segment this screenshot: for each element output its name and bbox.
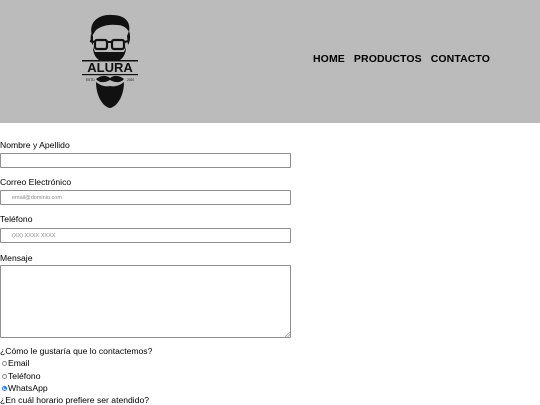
radio-whatsapp[interactable] bbox=[2, 385, 7, 391]
name-input[interactable] bbox=[0, 153, 291, 168]
alura-barber-logo[interactable]: ALURA ESTD 2020 bbox=[79, 12, 141, 110]
contact-option-phone[interactable]: Teléfono bbox=[0, 371, 41, 381]
logo-year-text: 2020 bbox=[127, 78, 134, 82]
contact-option-label: Email bbox=[8, 358, 30, 368]
radio-email[interactable] bbox=[2, 360, 7, 366]
main-nav: HOME PRODUCTOS CONTACTO bbox=[313, 53, 490, 65]
radio-phone[interactable] bbox=[2, 373, 7, 379]
contact-option-label: Teléfono bbox=[8, 371, 41, 381]
nav-home-link[interactable]: HOME bbox=[313, 53, 345, 65]
contact-option-email[interactable]: Email bbox=[0, 358, 30, 368]
site-header: ALURA ESTD 2020 HOME PRODUCTOS CONTACTO bbox=[0, 0, 540, 123]
contact-option-label: WhatsApp bbox=[8, 383, 48, 393]
phone-label: Teléfono bbox=[0, 214, 33, 224]
contact-option-whatsapp[interactable]: WhatsApp bbox=[0, 383, 48, 393]
email-label: Correo Electrónico bbox=[0, 177, 72, 187]
contact-question: ¿Cómo le gustaría que lo contactemos? bbox=[0, 346, 153, 356]
message-textarea[interactable] bbox=[0, 265, 291, 338]
message-label: Mensaje bbox=[0, 253, 33, 263]
nav-contacto-link[interactable]: CONTACTO bbox=[431, 53, 490, 65]
phone-input[interactable] bbox=[0, 228, 291, 243]
nav-productos-link[interactable]: PRODUCTOS bbox=[354, 53, 422, 65]
logo-est-text: ESTD bbox=[86, 78, 95, 82]
name-label: Nombre y Apellido bbox=[0, 140, 70, 150]
resize-handle-icon[interactable] bbox=[284, 331, 290, 337]
logo-brand-text: ALURA bbox=[87, 60, 133, 75]
schedule-question: ¿En cuál horario prefiere ser atendido? bbox=[0, 395, 150, 405]
email-input[interactable] bbox=[0, 190, 291, 205]
